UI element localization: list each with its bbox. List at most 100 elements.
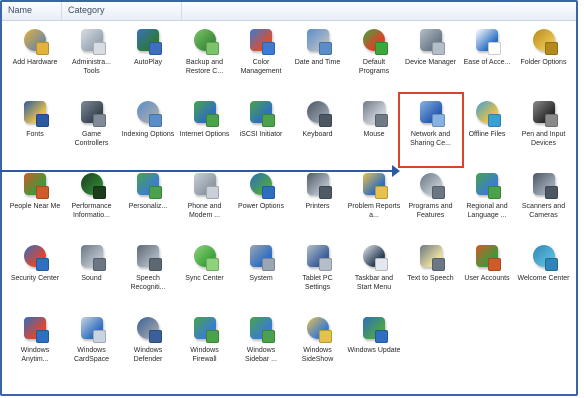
item-label: Fonts bbox=[26, 131, 44, 138]
control-panel-item-pen-input[interactable]: Pen and Input Devices bbox=[517, 96, 571, 168]
control-panel-item-keyboard[interactable]: Keyboard bbox=[291, 96, 345, 168]
text-to-speech-icon bbox=[416, 242, 446, 272]
control-panel-item-phone-modem[interactable]: Phone and Modem ... bbox=[178, 168, 232, 240]
control-panel-item-folder-options[interactable]: Folder Options bbox=[517, 24, 571, 96]
windows-anytime-icon bbox=[20, 314, 50, 344]
sound-icon bbox=[77, 242, 107, 272]
programs-features-icon bbox=[416, 170, 446, 200]
control-panel-item-user-accounts[interactable]: User Accounts bbox=[460, 240, 514, 312]
control-panel-item-firewall[interactable]: Windows Firewall bbox=[178, 312, 232, 384]
pointer-arrow-line bbox=[0, 170, 395, 172]
people-near-me-icon bbox=[20, 170, 50, 200]
printers-icon bbox=[303, 170, 333, 200]
regional-language-icon bbox=[472, 170, 502, 200]
taskbar-icon bbox=[359, 242, 389, 272]
item-label: Color Management bbox=[240, 59, 282, 75]
control-panel-item-cardspace[interactable]: Windows CardSpace bbox=[65, 312, 119, 384]
item-label: Scanners and Cameras bbox=[521, 203, 566, 219]
control-panel-item-tablet-pc[interactable]: Tablet PC Settings bbox=[291, 240, 345, 312]
control-panel-item-windows-update[interactable]: Windows Update bbox=[347, 312, 401, 384]
control-panel-item-indexing[interactable]: Indexing Options bbox=[121, 96, 175, 168]
fonts-icon bbox=[20, 98, 50, 128]
control-panel-item-power-options[interactable]: Power Options bbox=[234, 168, 288, 240]
item-label: Windows CardSpace bbox=[73, 347, 110, 363]
windows-update-icon bbox=[359, 314, 389, 344]
column-header-bar: Name Category bbox=[2, 2, 576, 21]
control-panel-item-iscsi[interactable]: iSCSI Initiator bbox=[234, 96, 288, 168]
add-hardware-icon bbox=[20, 26, 50, 56]
control-panel-item-default-programs[interactable]: Default Programs bbox=[347, 24, 401, 96]
control-panel-item-printers[interactable]: Printers bbox=[291, 168, 345, 240]
control-panel-item-system[interactable]: System bbox=[234, 240, 288, 312]
column-header-name[interactable]: Name bbox=[2, 2, 62, 19]
item-label: Game Controllers bbox=[74, 131, 109, 147]
control-panel-item-welcome-center[interactable]: Welcome Center bbox=[517, 240, 571, 312]
control-panel-item-date-time[interactable]: Date and Time bbox=[291, 24, 345, 96]
item-label: Personaliz... bbox=[128, 203, 168, 210]
control-panel-item-sideshow[interactable]: Windows SideShow bbox=[291, 312, 345, 384]
defender-icon bbox=[133, 314, 163, 344]
pointer-arrow-head bbox=[392, 165, 400, 177]
scanners-cameras-icon bbox=[529, 170, 559, 200]
control-panel-item-problem-reports[interactable]: Problem Reports a... bbox=[347, 168, 401, 240]
control-panel-item-mouse[interactable]: Mouse bbox=[347, 96, 401, 168]
control-panel-item-defender[interactable]: Windows Defender bbox=[121, 312, 175, 384]
system-icon bbox=[246, 242, 276, 272]
control-panel-item-sync-center[interactable]: Sync Center bbox=[178, 240, 232, 312]
sidebar-icon bbox=[246, 314, 276, 344]
control-panel-item-sidebar[interactable]: Windows Sidebar ... bbox=[234, 312, 288, 384]
performance-icon bbox=[77, 170, 107, 200]
item-label: Tablet PC Settings bbox=[302, 275, 333, 291]
control-panel-item-game-controller[interactable]: Game Controllers bbox=[65, 96, 119, 168]
mouse-icon bbox=[359, 98, 389, 128]
tablet-pc-icon bbox=[303, 242, 333, 272]
item-label: Performance Informatio... bbox=[71, 203, 112, 219]
control-panel-window: Name Category Add Hardware Administra... … bbox=[0, 0, 578, 396]
control-panel-item-color-management[interactable]: Color Management bbox=[234, 24, 288, 96]
control-panel-item-people-near-me[interactable]: People Near Me bbox=[8, 168, 62, 240]
item-label: Speech Recogniti... bbox=[130, 275, 166, 291]
pen-input-icon bbox=[529, 98, 559, 128]
control-panel-item-sound[interactable]: Sound bbox=[65, 240, 119, 312]
control-panel-item-internet-options[interactable]: Internet Options bbox=[178, 96, 232, 168]
control-panel-item-security-center[interactable]: Security Center bbox=[8, 240, 62, 312]
item-label: Mouse bbox=[363, 131, 385, 138]
item-label: Windows Firewall bbox=[190, 347, 219, 363]
item-label: iSCSI Initiator bbox=[239, 131, 283, 138]
control-panel-item-speech-recognition[interactable]: Speech Recogniti... bbox=[121, 240, 175, 312]
control-panel-item-ease-of-access[interactable]: Ease of Acce... bbox=[460, 24, 514, 96]
control-panel-item-fonts[interactable]: Fonts bbox=[8, 96, 62, 168]
item-label: Programs and Features bbox=[408, 203, 453, 219]
phone-modem-icon bbox=[190, 170, 220, 200]
control-panel-item-add-hardware[interactable]: Add Hardware bbox=[8, 24, 62, 96]
color-management-icon bbox=[246, 26, 276, 56]
control-panel-item-text-to-speech[interactable]: Text to Speech bbox=[404, 240, 458, 312]
control-panel-item-regional-language[interactable]: Regional and Language ... bbox=[460, 168, 514, 240]
control-panel-item-backup[interactable]: Backup and Restore C... bbox=[178, 24, 232, 96]
admin-tools-icon bbox=[77, 26, 107, 56]
autoplay-icon bbox=[133, 26, 163, 56]
item-label: Ease of Acce... bbox=[463, 59, 511, 66]
item-label: Offline Files bbox=[468, 131, 506, 138]
highlight-box-network-sharing bbox=[397, 92, 464, 168]
column-header-category[interactable]: Category bbox=[62, 2, 182, 19]
control-panel-item-personalization[interactable]: Personaliz... bbox=[121, 168, 175, 240]
control-panel-item-performance[interactable]: Performance Informatio... bbox=[65, 168, 119, 240]
item-label: Folder Options bbox=[520, 59, 567, 66]
control-panel-item-device-manager[interactable]: Device Manager bbox=[404, 24, 458, 96]
control-panel-item-offline-files[interactable]: Offline Files bbox=[460, 96, 514, 168]
item-label: Default Programs bbox=[358, 59, 390, 75]
control-panel-item-autoplay[interactable]: AutoPlay bbox=[121, 24, 175, 96]
control-panel-item-programs-features[interactable]: Programs and Features bbox=[404, 168, 458, 240]
control-panel-item-windows-anytime[interactable]: Windows Anytim... bbox=[8, 312, 62, 384]
control-panel-item-admin-tools[interactable]: Administra... Tools bbox=[65, 24, 119, 96]
item-label: Sync Center bbox=[185, 275, 224, 282]
control-panel-item-scanners-cameras[interactable]: Scanners and Cameras bbox=[517, 168, 571, 240]
item-label: People Near Me bbox=[9, 203, 61, 210]
user-accounts-icon bbox=[472, 242, 502, 272]
control-panel-item-taskbar[interactable]: Taskbar and Start Menu bbox=[347, 240, 401, 312]
problem-reports-icon bbox=[359, 170, 389, 200]
indexing-icon bbox=[133, 98, 163, 128]
item-label: Windows SideShow bbox=[301, 347, 334, 363]
item-label: Device Manager bbox=[405, 59, 456, 66]
